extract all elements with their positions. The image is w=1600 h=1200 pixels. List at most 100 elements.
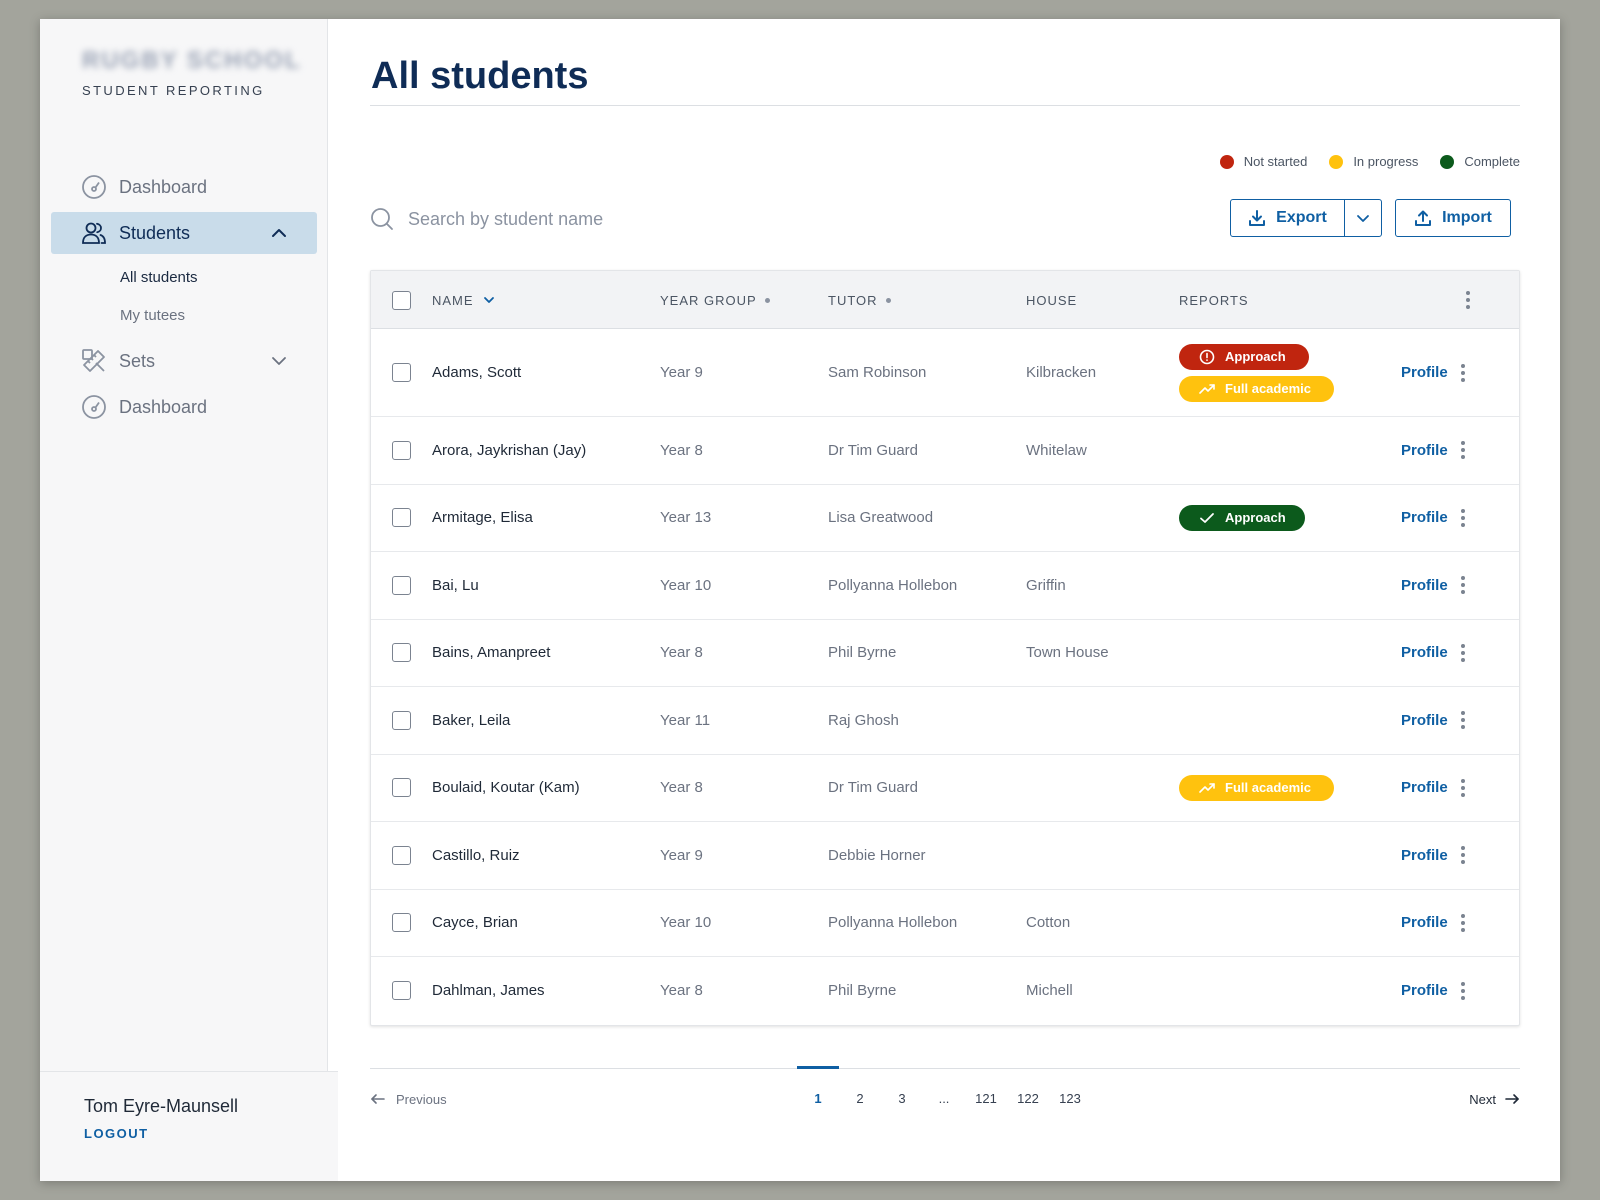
row-menu-button[interactable] [1461, 552, 1465, 619]
report-badge-complete[interactable]: Approach [1179, 504, 1305, 531]
row-menu-button[interactable] [1461, 890, 1465, 957]
table-row: Armitage, Elisa Year 13 Lisa Greatwood A… [371, 485, 1519, 552]
reports-cell: Approach [1179, 485, 1305, 552]
profile-link[interactable]: Profile [1401, 755, 1448, 822]
export-dropdown-button[interactable] [1345, 200, 1381, 236]
row-menu-button[interactable] [1461, 329, 1465, 416]
profile-link[interactable]: Profile [1401, 822, 1448, 889]
page-121[interactable]: 121 [965, 1091, 1007, 1106]
sidebar-subitem-my-tutees[interactable]: My tutees [51, 296, 317, 334]
page-123[interactable]: 123 [1049, 1091, 1091, 1106]
table-row: Arora, Jaykrishan (Jay) Year 8 Dr Tim Gu… [371, 417, 1519, 485]
profile-link[interactable]: Profile [1401, 417, 1448, 484]
report-badge-in-progress[interactable]: Full academic [1179, 774, 1334, 801]
report-badge-not-started[interactable]: Approach [1179, 343, 1309, 370]
profile-link[interactable]: Profile [1401, 957, 1448, 1025]
profile-link[interactable]: Profile [1401, 687, 1448, 754]
next-label: Next [1469, 1091, 1496, 1107]
row-checkbox[interactable] [392, 778, 411, 798]
tutor: Pollyanna Hollebon [828, 576, 958, 594]
tutor: Debbie Horner [828, 846, 926, 864]
column-header-tutor[interactable]: TUTOR [828, 271, 891, 329]
profile-link[interactable]: Profile [1401, 485, 1448, 552]
page-ellipsis: ... [938, 1091, 950, 1106]
report-badge-in-progress[interactable]: Full academic [1179, 375, 1334, 402]
house: Cotton [1026, 914, 1071, 932]
sidebar-subitem-all-students[interactable]: All students [51, 258, 317, 296]
table-row: Boulaid, Koutar (Kam) Year 8 Dr Tim Guar… [371, 755, 1519, 822]
profile-link[interactable]: Profile [1401, 620, 1448, 687]
kebab-menu-icon [1461, 846, 1465, 865]
students-table: NAME YEAR GROUP TUTOR HOUSE REPORTS Adam… [370, 270, 1520, 1026]
kebab-menu-icon [1461, 508, 1465, 527]
tutor: Sam Robinson [828, 364, 927, 381]
next-page-button[interactable]: Next [1469, 1091, 1520, 1107]
column-label: NAME [432, 292, 474, 308]
logout-link[interactable]: LOGOUT [84, 1126, 149, 1141]
export-button[interactable]: Export [1231, 200, 1345, 236]
search-icon [370, 207, 394, 231]
row-checkbox-cell [392, 822, 411, 889]
student-name: Cayce, Brian [432, 914, 518, 932]
search-input[interactable] [408, 208, 808, 230]
profile-link[interactable]: Profile [1401, 890, 1448, 957]
chevron-up-icon[interactable] [269, 223, 289, 243]
student-name: Dahlman, James [432, 982, 545, 1000]
page-3[interactable]: 3 [881, 1091, 923, 1106]
page-numbers: 1 2 3 ... 121 122 123 [797, 1091, 1091, 1106]
row-checkbox[interactable] [392, 363, 411, 382]
status-dot [1440, 154, 1455, 169]
column-header-year-group[interactable]: YEAR GROUP [660, 271, 770, 329]
table-row: Cayce, Brian Year 10 Pollyanna Hollebon … [371, 890, 1519, 957]
row-menu-button[interactable] [1461, 485, 1465, 552]
row-menu-button[interactable] [1461, 687, 1465, 754]
legend-in-progress: In progress [1329, 154, 1418, 169]
row-checkbox[interactable] [392, 981, 411, 1001]
tutor: Dr Tim Guard [828, 779, 919, 797]
row-checkbox[interactable] [392, 440, 411, 460]
sidebar-item-dashboard[interactable]: Dashboard [51, 166, 317, 208]
kebab-menu-icon [1461, 711, 1465, 730]
table-row: Bai, Lu Year 10 Pollyanna Hollebon Griff… [371, 552, 1519, 620]
student-name: Adams, Scott [432, 364, 522, 381]
chevron-down-icon[interactable] [269, 351, 289, 371]
row-checkbox[interactable] [392, 845, 411, 865]
previous-page-button[interactable]: Previous [370, 1091, 447, 1107]
sidebar-item-dashboard-2[interactable]: Dashboard [51, 386, 317, 428]
page-1[interactable]: 1 [797, 1091, 839, 1106]
row-checkbox[interactable] [392, 643, 411, 663]
row-checkbox[interactable] [392, 508, 411, 528]
row-menu-button[interactable] [1461, 417, 1465, 484]
row-menu-button[interactable] [1461, 957, 1465, 1025]
row-checkbox[interactable] [392, 913, 411, 933]
row-checkbox[interactable] [392, 575, 411, 595]
row-menu-button[interactable] [1461, 822, 1465, 889]
import-button[interactable]: Import [1395, 199, 1511, 237]
column-header-name[interactable]: NAME [432, 271, 496, 329]
legend-not-started: Not started [1219, 154, 1307, 169]
tutor: Raj Ghosh [828, 711, 899, 729]
export-button-group: Export [1230, 199, 1382, 237]
table-row: Bains, Amanpreet Year 8 Phil Byrne Town … [371, 620, 1519, 687]
previous-label: Previous [396, 1091, 447, 1107]
sidebar-item-sets[interactable]: Sets [51, 340, 317, 382]
status-dot [1329, 154, 1344, 169]
row-menu-button[interactable] [1461, 755, 1465, 822]
profile-link[interactable]: Profile [1401, 552, 1448, 619]
row-menu-button[interactable] [1461, 620, 1465, 687]
row-checkbox[interactable] [392, 710, 411, 730]
badge-label: Approach [1225, 349, 1286, 364]
row-checkbox-cell [392, 552, 411, 619]
sidebar-item-students[interactable]: Students [51, 212, 317, 254]
arrow-left-icon [370, 1091, 386, 1107]
page-122[interactable]: 122 [1007, 1091, 1049, 1106]
select-all-checkbox[interactable] [392, 290, 411, 310]
student-name: Bains, Amanpreet [432, 644, 551, 662]
page-2[interactable]: 2 [839, 1091, 881, 1106]
profile-link[interactable]: Profile [1401, 329, 1448, 416]
year-group: Year 10 [660, 576, 712, 594]
current-page-indicator [797, 1066, 839, 1069]
divider [370, 105, 1520, 106]
column-options-button[interactable] [1466, 271, 1470, 329]
column-label: HOUSE [1026, 292, 1078, 308]
